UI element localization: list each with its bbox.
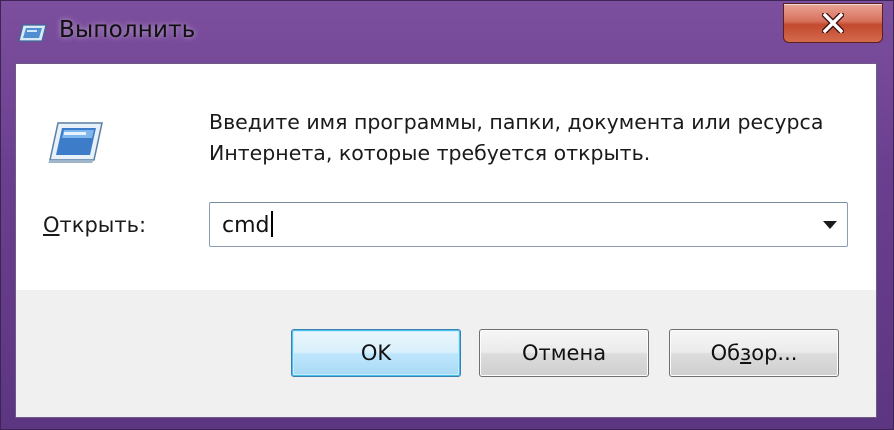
dialog-client-area: Введите имя программы, папки, документа … <box>15 63 877 418</box>
ok-button[interactable]: OK <box>291 329 461 377</box>
title-bar[interactable]: Выполнить <box>1 1 894 63</box>
open-label-text: ткрыть: <box>59 213 147 237</box>
open-combobox[interactable]: cmd <box>209 202 848 247</box>
browse-label-accelerator: з <box>740 341 752 365</box>
command-input[interactable]: cmd <box>222 211 273 238</box>
run-dialog-window: Выполнить Введите имя программы, папки, … <box>0 0 894 430</box>
chevron-down-icon[interactable] <box>823 221 837 229</box>
window-title: Выполнить <box>59 17 196 43</box>
run-dialog-icon <box>18 24 47 42</box>
command-input-value: cmd <box>222 213 270 238</box>
browse-button[interactable]: Об з ор... <box>669 329 839 377</box>
open-label-accelerator: О <box>43 213 60 237</box>
run-program-icon <box>48 122 103 163</box>
instruction-text: Введите имя программы, папки, документа … <box>209 110 824 165</box>
cancel-button-label: Отмена <box>521 341 607 365</box>
browse-label-post: ор... <box>751 341 798 365</box>
browse-label-pre: Об <box>710 341 741 365</box>
text-caret <box>270 211 273 237</box>
close-icon <box>822 13 844 33</box>
open-label: Открыть: <box>43 213 146 237</box>
ok-button-label: OK <box>360 341 392 365</box>
close-button[interactable] <box>783 3 883 43</box>
cancel-button[interactable]: Отмена <box>479 329 649 377</box>
